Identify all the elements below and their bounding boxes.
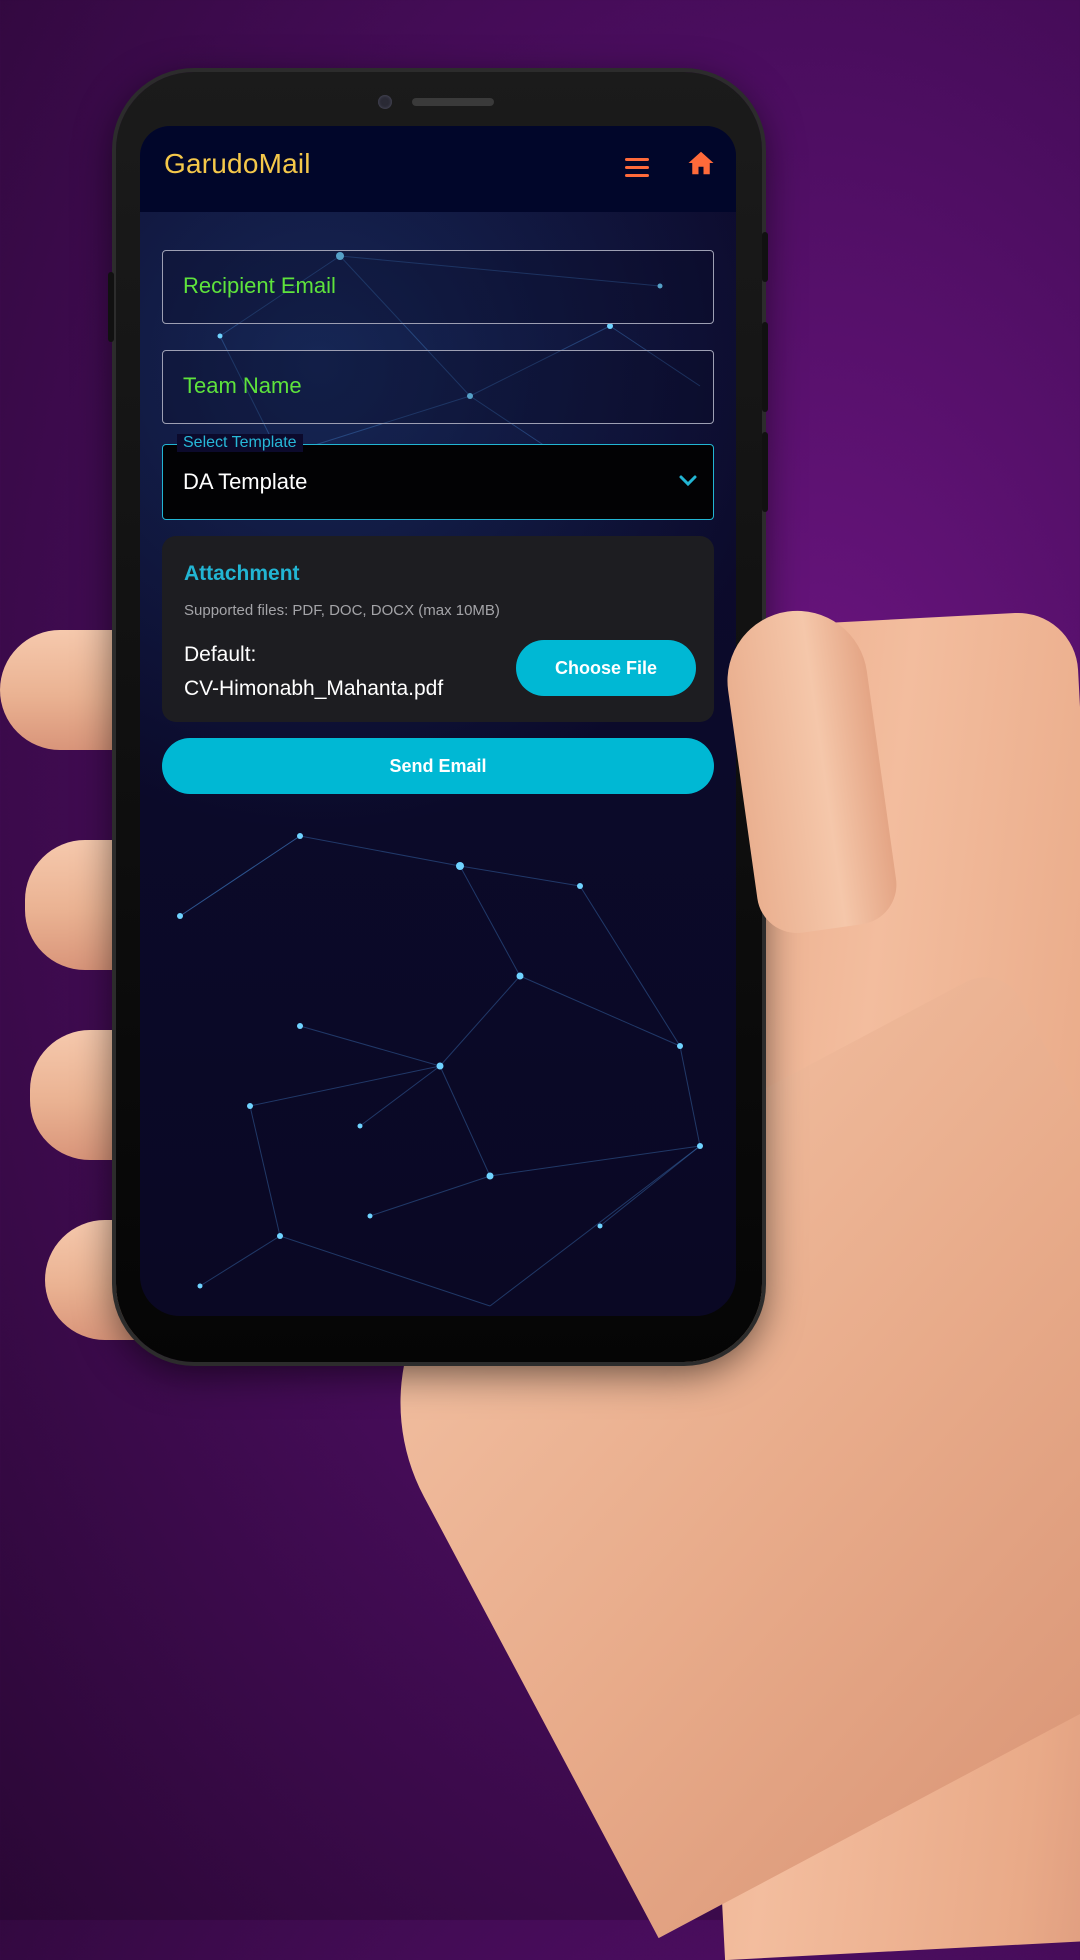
menu-button[interactable] [620, 150, 656, 186]
team-name-placeholder: Team Name [183, 373, 302, 398]
choose-file-button[interactable]: Choose File [516, 640, 696, 696]
power-button [762, 322, 768, 412]
chevron-down-icon [679, 475, 697, 487]
hamburger-menu-icon [625, 158, 649, 161]
attachment-card: Attachment Supported files: PDF, DOC, DO… [162, 536, 714, 722]
side-button [762, 232, 768, 282]
side-button [762, 432, 768, 512]
front-camera [378, 95, 392, 109]
template-select[interactable]: Select Template DA Template [162, 434, 714, 520]
app-bar: GarudoMail [140, 126, 736, 212]
hamburger-menu-icon [625, 174, 649, 177]
team-name-field[interactable]: Team Name [162, 350, 714, 424]
speaker-grille [412, 98, 494, 106]
default-label: Default: [184, 643, 257, 666]
attachment-title: Attachment [184, 562, 300, 585]
home-button[interactable] [686, 148, 722, 184]
recipient-email-field[interactable]: Recipient Email [162, 250, 714, 324]
app-title: GarudoMail [164, 148, 311, 179]
phone-frame: GarudoMail Recipient Email Team Name Sel… [108, 72, 768, 1362]
recipient-email-placeholder: Recipient Email [183, 273, 336, 298]
supported-files-text: Supported files: PDF, DOC, DOCX (max 10M… [184, 602, 500, 619]
default-attachment: Default: CV-Himonabh_Mahanta.pdf [184, 638, 494, 706]
default-file-name: CV-Himonabh_Mahanta.pdf [184, 677, 444, 700]
send-email-button[interactable]: Send Email [162, 738, 714, 794]
home-icon [688, 151, 714, 175]
volume-button [108, 272, 114, 342]
template-select-label: Select Template [177, 434, 303, 452]
hamburger-menu-icon [625, 166, 649, 169]
template-select-value: DA Template [183, 469, 308, 494]
app-screen: GarudoMail Recipient Email Team Name Sel… [140, 126, 736, 1316]
